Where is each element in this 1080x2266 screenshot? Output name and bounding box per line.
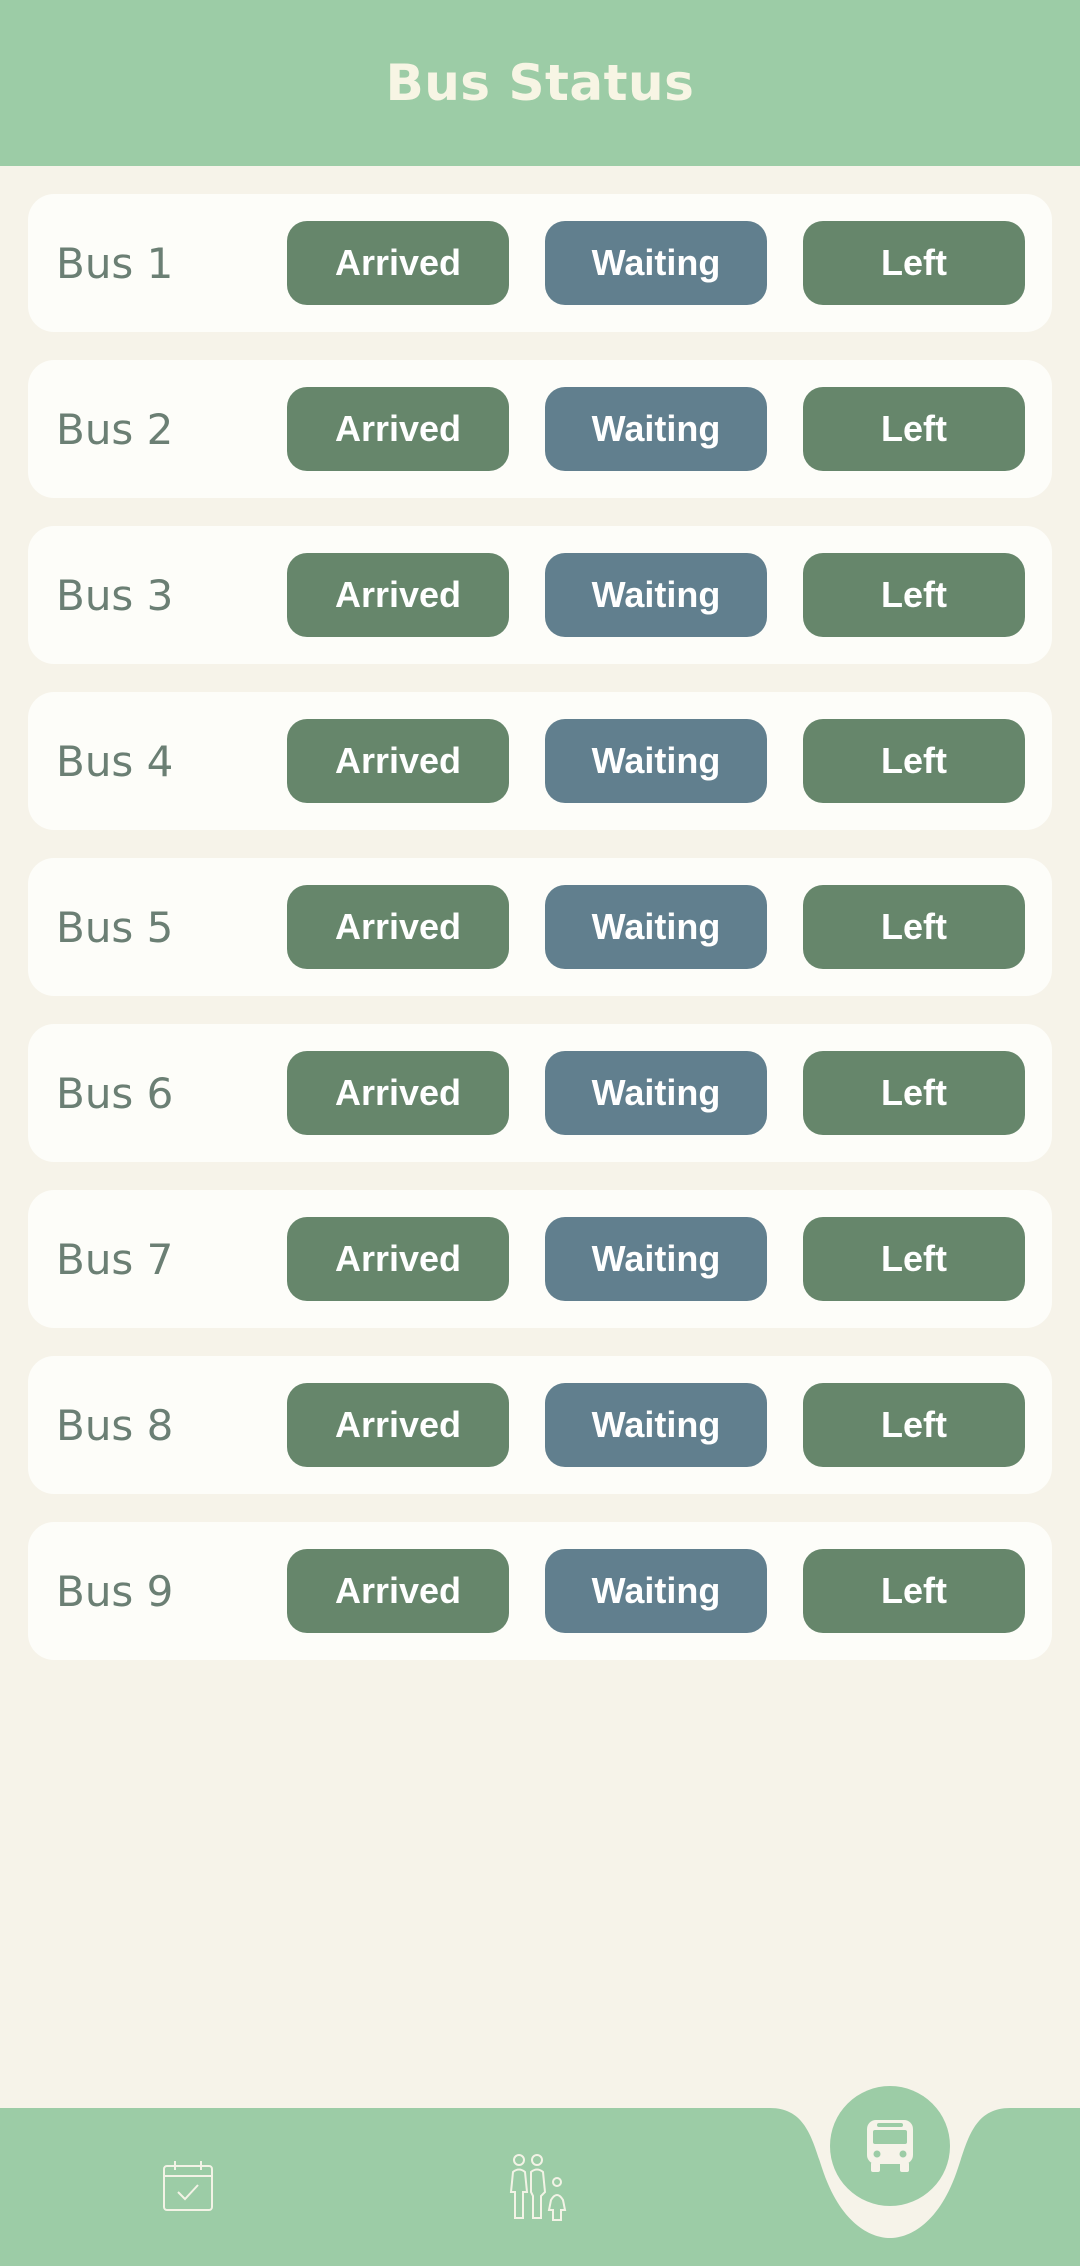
family-icon xyxy=(509,2154,567,2221)
arrived-button[interactable]: Arrived xyxy=(287,1549,509,1633)
bus-row: Bus 9 Arrived Waiting Left xyxy=(28,1522,1052,1660)
arrived-button[interactable]: Arrived xyxy=(287,719,509,803)
arrived-button[interactable]: Arrived xyxy=(287,885,509,969)
bus-row: Bus 5 Arrived Waiting Left xyxy=(28,858,1052,996)
arrived-button[interactable]: Arrived xyxy=(287,1383,509,1467)
bus-name: Bus 4 xyxy=(56,736,174,786)
nav-item-family[interactable] xyxy=(504,2152,574,2222)
left-button[interactable]: Left xyxy=(803,221,1025,305)
bus-name: Bus 7 xyxy=(56,1234,174,1284)
waiting-button[interactable]: Waiting xyxy=(545,553,767,637)
bus-row: Bus 3 Arrived Waiting Left xyxy=(28,526,1052,664)
bus-name: Bus 2 xyxy=(56,404,174,454)
bus-row: Bus 1 Arrived Waiting Left xyxy=(28,194,1052,332)
bus-row: Bus 6 Arrived Waiting Left xyxy=(28,1024,1052,1162)
arrived-button[interactable]: Arrived xyxy=(287,221,509,305)
left-button[interactable]: Left xyxy=(803,1549,1025,1633)
bus-row: Bus 2 Arrived Waiting Left xyxy=(28,360,1052,498)
waiting-button[interactable]: Waiting xyxy=(545,387,767,471)
waiting-button[interactable]: Waiting xyxy=(545,719,767,803)
waiting-button[interactable]: Waiting xyxy=(545,1217,767,1301)
nav-item-calendar[interactable] xyxy=(158,2156,218,2216)
arrived-button[interactable]: Arrived xyxy=(287,387,509,471)
arrived-button[interactable]: Arrived xyxy=(287,553,509,637)
bus-icon xyxy=(867,2120,913,2172)
arrived-button[interactable]: Arrived xyxy=(287,1051,509,1135)
page-title: Bus Status xyxy=(385,54,695,112)
bus-list: Bus 1 Arrived Waiting Left Bus 2 Arrived… xyxy=(28,194,1052,1688)
bus-name: Bus 5 xyxy=(56,902,174,952)
left-button[interactable]: Left xyxy=(803,885,1025,969)
bus-name: Bus 9 xyxy=(56,1566,174,1616)
nav-item-bus[interactable] xyxy=(830,2086,950,2206)
bus-name: Bus 8 xyxy=(56,1400,174,1450)
waiting-button[interactable]: Waiting xyxy=(545,1051,767,1135)
bus-row: Bus 7 Arrived Waiting Left xyxy=(28,1190,1052,1328)
arrived-button[interactable]: Arrived xyxy=(287,1217,509,1301)
calendar-check-icon xyxy=(163,2161,213,2211)
waiting-button[interactable]: Waiting xyxy=(545,885,767,969)
bus-name: Bus 3 xyxy=(56,570,174,620)
bus-name: Bus 6 xyxy=(56,1068,174,1118)
waiting-button[interactable]: Waiting xyxy=(545,1549,767,1633)
bus-name: Bus 1 xyxy=(56,238,174,288)
waiting-button[interactable]: Waiting xyxy=(545,1383,767,1467)
left-button[interactable]: Left xyxy=(803,1051,1025,1135)
app-header: Bus Status xyxy=(0,0,1080,166)
bus-row: Bus 8 Arrived Waiting Left xyxy=(28,1356,1052,1494)
left-button[interactable]: Left xyxy=(803,1217,1025,1301)
left-button[interactable]: Left xyxy=(803,719,1025,803)
bus-row: Bus 4 Arrived Waiting Left xyxy=(28,692,1052,830)
left-button[interactable]: Left xyxy=(803,553,1025,637)
left-button[interactable]: Left xyxy=(803,1383,1025,1467)
waiting-button[interactable]: Waiting xyxy=(545,221,767,305)
left-button[interactable]: Left xyxy=(803,387,1025,471)
